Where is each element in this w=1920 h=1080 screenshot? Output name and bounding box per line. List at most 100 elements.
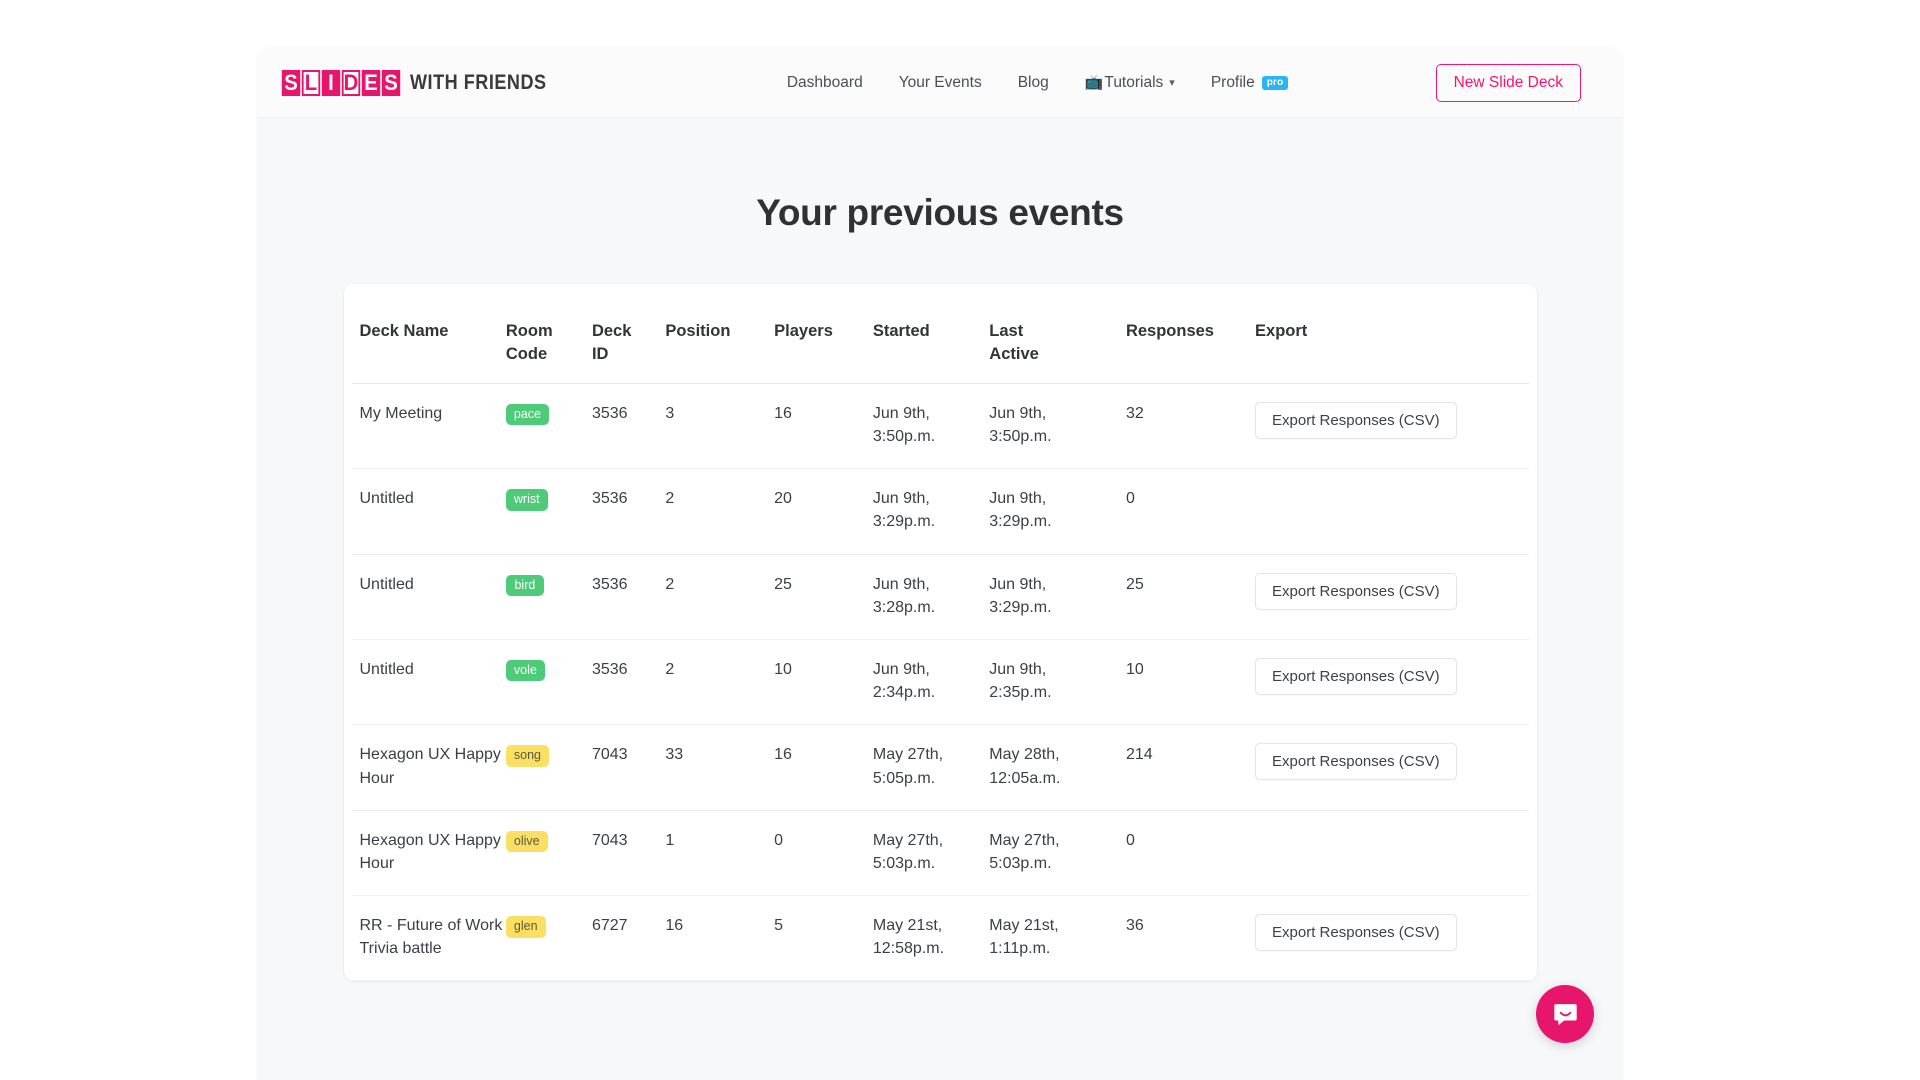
- page-title: Your previous events: [756, 192, 1124, 233]
- export-responses-csv-button[interactable]: Export Responses (CSV): [1255, 657, 1457, 695]
- col-header-deck-id[interactable]: Deck ID: [591, 284, 666, 384]
- logo-letter-2: I: [321, 69, 341, 96]
- cell-room-code: vole: [505, 639, 592, 726]
- logo-letter-blocks: SLIDES: [281, 69, 401, 96]
- cell-players: 5: [774, 895, 873, 982]
- site-logo[interactable]: SLIDES WITH FRIENDS: [281, 69, 569, 96]
- cell-started: May 21st, 12:58p.m.: [872, 895, 990, 982]
- nav-link-profile[interactable]: Profile pro: [1193, 68, 1307, 98]
- room-code-badge: wrist: [505, 489, 548, 511]
- cell-position: 2: [665, 468, 775, 555]
- cell-last-active: Jun 9th, 3:29p.m.: [989, 554, 1126, 640]
- cell-deck-id: 3536: [591, 639, 666, 726]
- cell-position: 2: [665, 554, 775, 640]
- logo-letter-4: E: [361, 69, 381, 96]
- cell-deck-name: My Meeting: [351, 383, 506, 470]
- col-header-players[interactable]: Players: [774, 284, 873, 384]
- cell-responses: 0: [1125, 810, 1256, 897]
- tv-icon: 📺: [1084, 74, 1104, 91]
- cell-players: 25: [774, 554, 873, 640]
- cell-export: Export Responses (CSV): [1255, 895, 1529, 982]
- cell-responses: 36: [1125, 895, 1256, 982]
- logo-wordmark: WITH FRIENDS: [410, 70, 547, 94]
- col-header-position[interactable]: Position: [665, 284, 775, 384]
- export-responses-csv-button[interactable]: Export Responses (CSV): [1255, 401, 1457, 439]
- cell-position: 33: [665, 724, 775, 811]
- cell-deck-name: Untitled: [351, 554, 506, 640]
- nav-link-dashboard[interactable]: Dashboard: [769, 68, 881, 98]
- cell-started: May 27th, 5:03p.m.: [872, 810, 990, 897]
- cell-export: Export Responses (CSV): [1255, 383, 1529, 470]
- cell-players: 16: [774, 383, 873, 470]
- nav-link-your-events[interactable]: Your Events: [881, 68, 1000, 98]
- cell-players: 10: [774, 639, 873, 726]
- col-header-export: Export: [1255, 284, 1529, 384]
- cell-players: 16: [774, 724, 873, 811]
- cell-deck-id: 7043: [591, 810, 666, 897]
- cell-export: Export Responses (CSV): [1255, 639, 1529, 726]
- cell-last-active: May 27th, 5:03p.m.: [989, 810, 1126, 897]
- col-header-deck-name[interactable]: Deck Name: [351, 284, 506, 384]
- nav-link-tutorials[interactable]: 📺Tutorials ▾: [1067, 67, 1193, 98]
- logo-letter-1: L: [301, 69, 321, 96]
- cell-responses: 10: [1125, 639, 1256, 726]
- col-header-last-active[interactable]: Last Active: [989, 284, 1126, 384]
- cell-responses: 214: [1125, 724, 1256, 811]
- room-code-badge: bird: [505, 574, 544, 597]
- cell-responses: 0: [1125, 468, 1256, 555]
- cell-last-active: May 28th, 12:05a.m.: [989, 724, 1126, 811]
- cell-deck-name: Hexagon UX Happy Hour: [351, 724, 506, 811]
- cell-last-active: Jun 9th, 2:35p.m.: [989, 639, 1126, 726]
- chat-bubble-smile-icon: [1553, 1003, 1577, 1025]
- previous-events-table: Deck Name Room Code Deck ID Position Pla…: [351, 284, 1529, 982]
- room-code-badge: song: [505, 745, 549, 767]
- top-navigation-bar: SLIDES WITH FRIENDS Dashboard Your Event…: [257, 48, 1623, 118]
- table-body: My Meeting pace 3536 3 16 Jun 9th, 3:50p.m. Ju…: [351, 383, 1529, 982]
- cell-deck-id: 6727: [591, 895, 666, 982]
- cell-responses: 32: [1125, 383, 1256, 470]
- export-responses-csv-button[interactable]: Export Responses (CSV): [1255, 743, 1457, 781]
- table-row: Untitled bird 3536 2 25 Jun 9th, 3:28p.m. Jun …: [351, 554, 1529, 640]
- main-content: Your previous events Deck Name Room Code…: [257, 118, 1623, 982]
- cell-started: Jun 9th, 3:50p.m.: [872, 383, 990, 470]
- app-page-frame: SLIDES WITH FRIENDS Dashboard Your Event…: [257, 48, 1623, 1080]
- table-header-row: Deck Name Room Code Deck ID Position Pla…: [351, 284, 1529, 384]
- cell-deck-name: Untitled: [351, 468, 506, 555]
- pro-badge: pro: [1261, 75, 1289, 90]
- chevron-down-icon: ▾: [1169, 77, 1175, 89]
- col-header-responses[interactable]: Responses: [1125, 284, 1256, 384]
- logo-letter-5: S: [381, 69, 401, 96]
- cell-room-code: olive: [505, 810, 592, 897]
- cell-export: Export Responses (CSV): [1255, 724, 1529, 811]
- new-slide-deck-button[interactable]: New Slide Deck: [1435, 63, 1581, 102]
- logo-letter-0: S: [281, 69, 301, 96]
- export-responses-csv-button[interactable]: Export Responses (CSV): [1255, 572, 1457, 610]
- col-header-started[interactable]: Started: [872, 284, 990, 384]
- cell-started: Jun 9th, 2:34p.m.: [872, 639, 990, 726]
- table-row: RR - Future of Work Trivia battle glen 672…: [351, 895, 1529, 982]
- cell-started: Jun 9th, 3:28p.m.: [872, 554, 990, 640]
- cell-last-active: May 21st, 1:11p.m.: [989, 895, 1126, 982]
- cell-deck-id: 3536: [591, 468, 666, 555]
- cell-deck-id: 3536: [591, 554, 666, 640]
- table-row: Untitled vole 3536 2 10 Jun 9th, 2:34p.m. Jun …: [351, 639, 1529, 726]
- export-responses-csv-button[interactable]: Export Responses (CSV): [1255, 914, 1457, 952]
- col-header-room-code[interactable]: Room Code: [505, 284, 592, 384]
- cell-deck-name: Hexagon UX Happy Hour: [351, 810, 506, 897]
- table-row: Hexagon UX Happy Hour olive 7043 1 0 May 27th…: [351, 810, 1529, 897]
- cell-room-code: wrist: [505, 468, 592, 555]
- cell-last-active: Jun 9th, 3:29p.m.: [989, 468, 1126, 555]
- cell-export: [1255, 810, 1529, 897]
- table-row: Untitled wrist 3536 2 20 Jun 9th, 3:29p.m. Jun…: [351, 468, 1529, 555]
- cell-position: 3: [665, 383, 775, 470]
- room-code-badge: olive: [505, 830, 548, 853]
- nav-link-blog[interactable]: Blog: [1000, 68, 1067, 98]
- table-row: Hexagon UX Happy Hour song 7043 33 16 May 27t…: [351, 724, 1529, 811]
- cell-room-code: pace: [505, 383, 592, 470]
- intercom-chat-launcher[interactable]: [1536, 985, 1594, 1043]
- cell-room-code: bird: [505, 554, 592, 640]
- events-table-card: Deck Name Room Code Deck ID Position Pla…: [343, 284, 1537, 982]
- cell-position: 16: [665, 895, 775, 982]
- room-code-badge: vole: [505, 659, 545, 682]
- cell-responses: 25: [1125, 554, 1256, 640]
